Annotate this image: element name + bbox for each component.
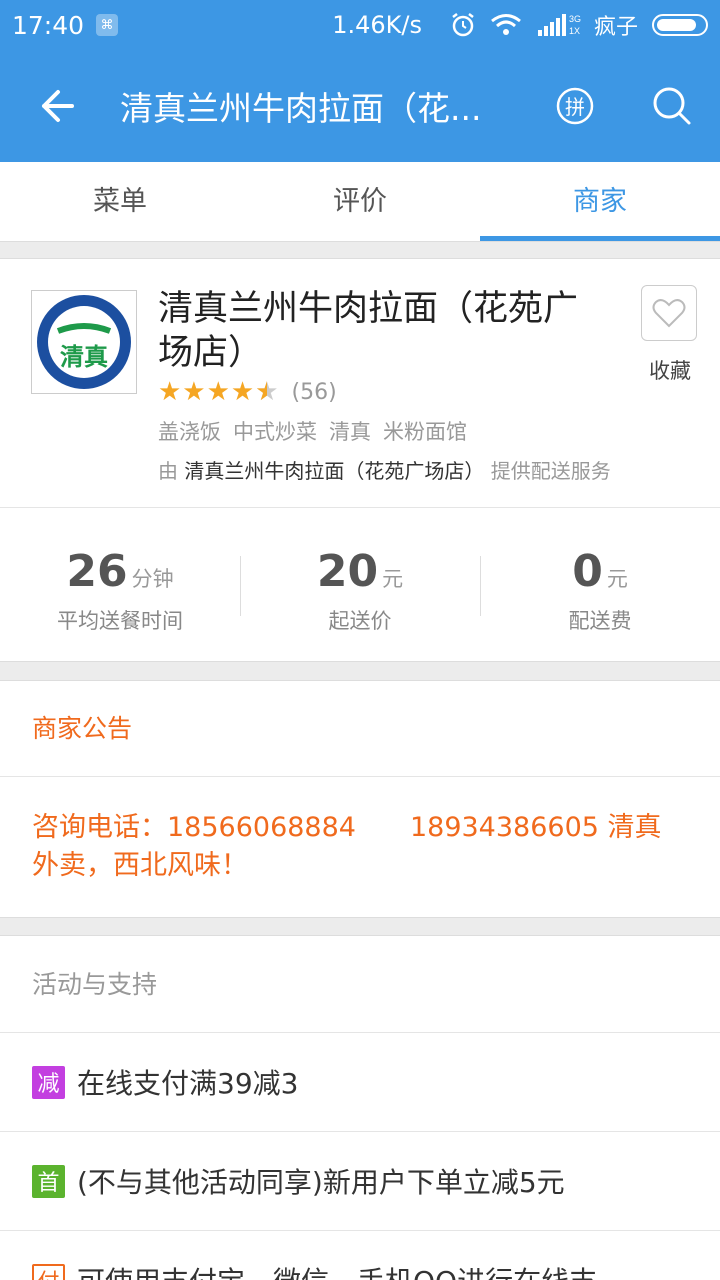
shop-info-card: 清真 清真兰州牛肉拉面（花苑广场店） ★★★★★ (56) 盖浇饭中式炒菜清真米… (0, 258, 720, 662)
category-tag: 盖浇饭 (158, 420, 221, 444)
carrier-name: 疯子 (593, 15, 638, 40)
notification-app-icon: ⌘ (96, 14, 119, 36)
half-star-icon: ★ (255, 377, 279, 407)
promotions-section: 活动与支持 减 在线支付满39减3 首 (不与其他活动同享)新用户下单立减5元 … (0, 935, 720, 1280)
favorite-button[interactable] (641, 285, 697, 341)
notice-text: 咨询电话：18566068884 18934386605 清真外卖，西北风味！ (32, 812, 662, 881)
category-tag: 清真 (329, 420, 371, 444)
status-bar: 17:40 ⌘ 1.46K/s 3G 1X 疯子 (0, 0, 720, 50)
discount-tag-icon: 减 (32, 1065, 65, 1099)
promotion-item[interactable]: 付 可使用支付宝、微信、手机QQ进行在线支 (0, 1231, 720, 1280)
delivery-provider-name: 清真兰州牛肉拉面（花苑广场店） (184, 459, 485, 483)
delivery-stats: 26 分钟 平均送餐时间 20 元 起送价 0元 配送费 (0, 507, 720, 663)
delivery-provider: 由 清真兰州牛肉拉面（花苑广场店） 提供配送服务 (158, 459, 611, 483)
promotion-text: 可使用支付宝、微信、手机QQ进行在线支 (77, 1260, 597, 1280)
promotion-item[interactable]: 减 在线支付满39减3 (0, 1033, 720, 1132)
stat-min-order: 20 元 起送价 (240, 508, 480, 663)
page-title: 清真兰州牛肉拉面（花... (120, 89, 482, 128)
category-tag: 中式炒菜 (233, 420, 317, 444)
promotion-text: (不与其他活动同享)新用户下单立减5元 (77, 1166, 565, 1199)
shop-rating: ★★★★★ (56) (158, 377, 337, 407)
network-speed: 1.46K/s (332, 11, 422, 39)
back-arrow-icon[interactable] (36, 86, 76, 126)
search-icon[interactable] (652, 86, 692, 126)
favorite-label[interactable]: 收藏 (640, 355, 700, 385)
alarm-icon (450, 12, 476, 38)
svg-text:3G: 3G (569, 14, 581, 24)
tab-menu[interactable]: 菜单 (0, 162, 240, 241)
rating-stars: ★★★★★ (158, 377, 280, 407)
tab-reviews[interactable]: 评价 (240, 162, 480, 241)
battery-icon (652, 14, 708, 36)
promotion-item[interactable]: 首 (不与其他活动同享)新用户下单立减5元 (0, 1132, 720, 1231)
tab-bar: 菜单 评价 商家 (0, 162, 720, 242)
rating-count[interactable]: (56) (292, 380, 337, 405)
svg-text:清真: 清真 (60, 343, 108, 371)
promotions-title: 活动与支持 (0, 936, 720, 1033)
heart-icon (652, 299, 686, 328)
shop-name: 清真兰州牛肉拉面（花苑广场店） (158, 289, 579, 373)
stat-delivery-fee: 0元 配送费 (480, 508, 720, 663)
new-user-tag-icon: 首 (32, 1164, 65, 1198)
status-time: 17:40 (12, 10, 85, 40)
promotion-text: 在线支付满39减3 (77, 1067, 299, 1100)
payment-tag-icon: 付 (32, 1263, 65, 1280)
notice-title: 商家公告 (0, 681, 720, 777)
category-tag: 米粉面馆 (383, 420, 467, 444)
group-order-icon[interactable]: 拼 (555, 86, 595, 126)
signal-icon: 3G 1X (536, 12, 584, 38)
svg-text:1X: 1X (569, 26, 580, 36)
app-bar: 清真兰州牛肉拉面（花... 拼 (0, 50, 720, 162)
tab-merchant[interactable]: 商家 (480, 162, 720, 241)
svg-text:拼: 拼 (565, 95, 585, 119)
shop-logo: 清真 (31, 290, 137, 394)
wifi-icon (490, 13, 522, 37)
stat-delivery-time: 26 分钟 平均送餐时间 (57, 546, 183, 633)
shop-categories: 盖浇饭 中式炒菜 清真 米粉面馆 (158, 416, 479, 446)
merchant-notice: 商家公告 咨询电话：18566068884 18934386605 清真外卖，西… (0, 680, 720, 918)
